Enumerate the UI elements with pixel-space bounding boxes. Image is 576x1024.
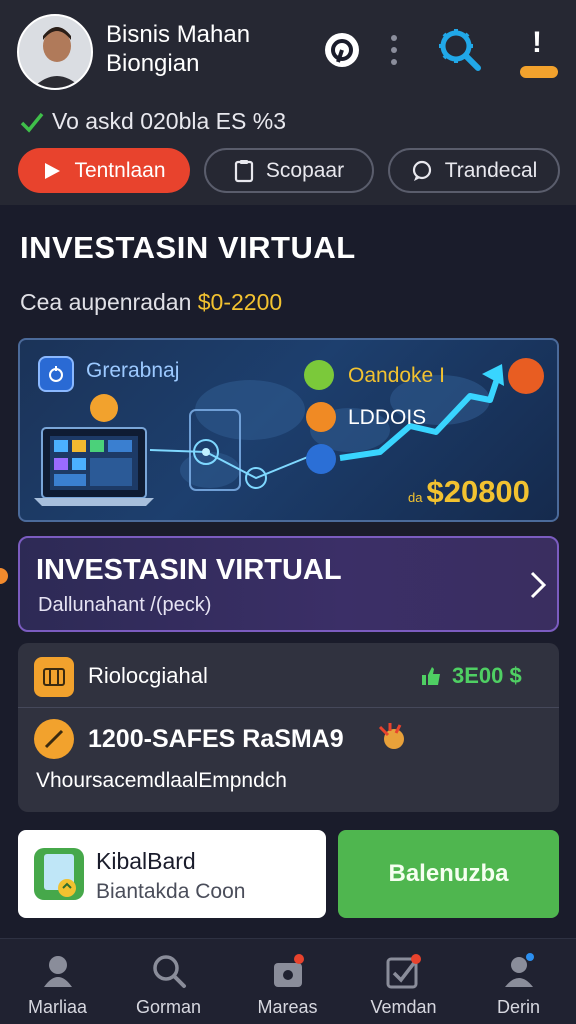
clipboard-icon bbox=[234, 159, 253, 182]
more-vertical-icon[interactable] bbox=[388, 32, 400, 73]
nav-label: Derin bbox=[496, 997, 540, 1017]
badge-orange-icon bbox=[306, 402, 336, 432]
bottom-nav: Marliaa Gorman Mareas Vemdan Derin bbox=[0, 938, 576, 1024]
banner-label-top: Oandoke I bbox=[348, 364, 445, 387]
pill-label: Scopaar bbox=[265, 158, 345, 182]
nav-item-profile[interactable]: Derin bbox=[461, 939, 576, 1024]
user-icon bbox=[504, 953, 534, 987]
summary-card: Riolocgiahal 3E00 $ 1200-SAFES RaSMA9 Vh… bbox=[18, 643, 559, 812]
search-icon bbox=[152, 955, 186, 988]
investment-banner[interactable]: Grerabnaj Oandoke I LDDOIS da $20800 bbox=[18, 338, 559, 522]
badge-blue-icon bbox=[306, 444, 336, 474]
pill-label: Tentnlaan bbox=[74, 158, 166, 182]
thumbs-up-icon bbox=[422, 667, 440, 685]
page-subtitle: Cea aupenradan $0-2200 bbox=[20, 289, 282, 316]
edit-icon bbox=[386, 954, 421, 989]
subtitle-amount: $0-2200 bbox=[197, 289, 283, 315]
pen-icon bbox=[34, 719, 74, 759]
chat-icon bbox=[412, 160, 431, 181]
kibalbard-title: KibalBard bbox=[96, 848, 196, 874]
banner-label-left: Grerabnaj bbox=[86, 359, 180, 382]
status-line: Vo askd 020bla ES %3 bbox=[20, 108, 286, 135]
banner-amount-prefix: da bbox=[408, 490, 423, 505]
row2-label: 1200-SAFES RaSMA9 bbox=[88, 725, 344, 753]
user-name: Bisnis Mahan Biongian bbox=[106, 21, 251, 77]
check-icon bbox=[20, 112, 44, 133]
play-icon bbox=[45, 162, 61, 179]
promo-edge-dot bbox=[0, 568, 8, 584]
nav-label: Marliaa bbox=[27, 997, 88, 1017]
balenuzba-button[interactable]: Balenuzba bbox=[338, 830, 559, 918]
badge-green-icon bbox=[304, 360, 334, 390]
kibalbard-button[interactable]: KibalBard Biantakda Coon bbox=[18, 830, 326, 918]
promo-title: INVESTASIN VIRTUAL bbox=[36, 554, 342, 586]
coin-icon bbox=[90, 394, 118, 422]
settings-search-icon[interactable] bbox=[436, 26, 482, 77]
row1-label: Riolocgiahal bbox=[88, 663, 208, 688]
promo-subtitle: Dallunahant /(peck) bbox=[38, 594, 212, 616]
alert-badge bbox=[520, 66, 558, 78]
chip-icon bbox=[38, 356, 74, 392]
phone-icon bbox=[34, 848, 84, 900]
home-icon bbox=[43, 956, 72, 987]
chevron-right-icon bbox=[530, 571, 547, 599]
kibalbard-subtitle: Biantakda Coon bbox=[96, 880, 246, 903]
alert-icon[interactable]: ! bbox=[518, 26, 560, 80]
nav-label: Mareas bbox=[257, 997, 318, 1017]
tab-pill-secondary[interactable]: Scopaar bbox=[204, 148, 374, 193]
app-header: Bisnis Mahan Biongian ! Vo askd 020bla E… bbox=[0, 0, 576, 205]
nav-item-search[interactable]: Gorman bbox=[111, 939, 226, 1024]
row1-value-group: 3E00 $ bbox=[420, 663, 522, 689]
row3-text: VhoursacemdlaalEmpndch bbox=[36, 769, 287, 792]
status-text: Vo askd 020bla ES %3 bbox=[52, 108, 286, 134]
alert-mark: ! bbox=[532, 26, 542, 59]
banner-amount: da $20800 bbox=[408, 474, 530, 510]
tab-pill-tertiary[interactable]: Trandecal bbox=[388, 148, 560, 193]
nav-label: Vemdan bbox=[370, 997, 437, 1017]
nav-item-edit[interactable]: Vemdan bbox=[346, 939, 461, 1024]
nav-label: Gorman bbox=[135, 997, 202, 1017]
tab-pill-primary[interactable]: Tentnlaan bbox=[18, 148, 190, 193]
bag-icon bbox=[273, 954, 304, 987]
banner-amount-value: $20800 bbox=[426, 474, 530, 509]
page-title: INVESTASIN VIRTUAL bbox=[20, 230, 356, 265]
subtitle-prefix: Cea aupenradan bbox=[20, 289, 192, 315]
sync-icon[interactable] bbox=[324, 32, 360, 73]
promo-card[interactable]: INVESTASIN VIRTUAL Dallunahant /(peck) bbox=[18, 536, 559, 632]
pill-label: Trandecal bbox=[444, 158, 538, 182]
box-icon bbox=[508, 358, 544, 394]
banner-label-mid: LDDOIS bbox=[348, 406, 427, 429]
nav-item-home[interactable]: Marliaa bbox=[0, 939, 115, 1024]
wallet-icon bbox=[34, 657, 74, 697]
nav-item-bag[interactable]: Mareas bbox=[230, 939, 345, 1024]
card-divider bbox=[18, 707, 559, 708]
row1-value: 3E00 $ bbox=[452, 663, 522, 688]
sparkle-icon bbox=[376, 721, 408, 753]
avatar[interactable] bbox=[17, 14, 93, 90]
